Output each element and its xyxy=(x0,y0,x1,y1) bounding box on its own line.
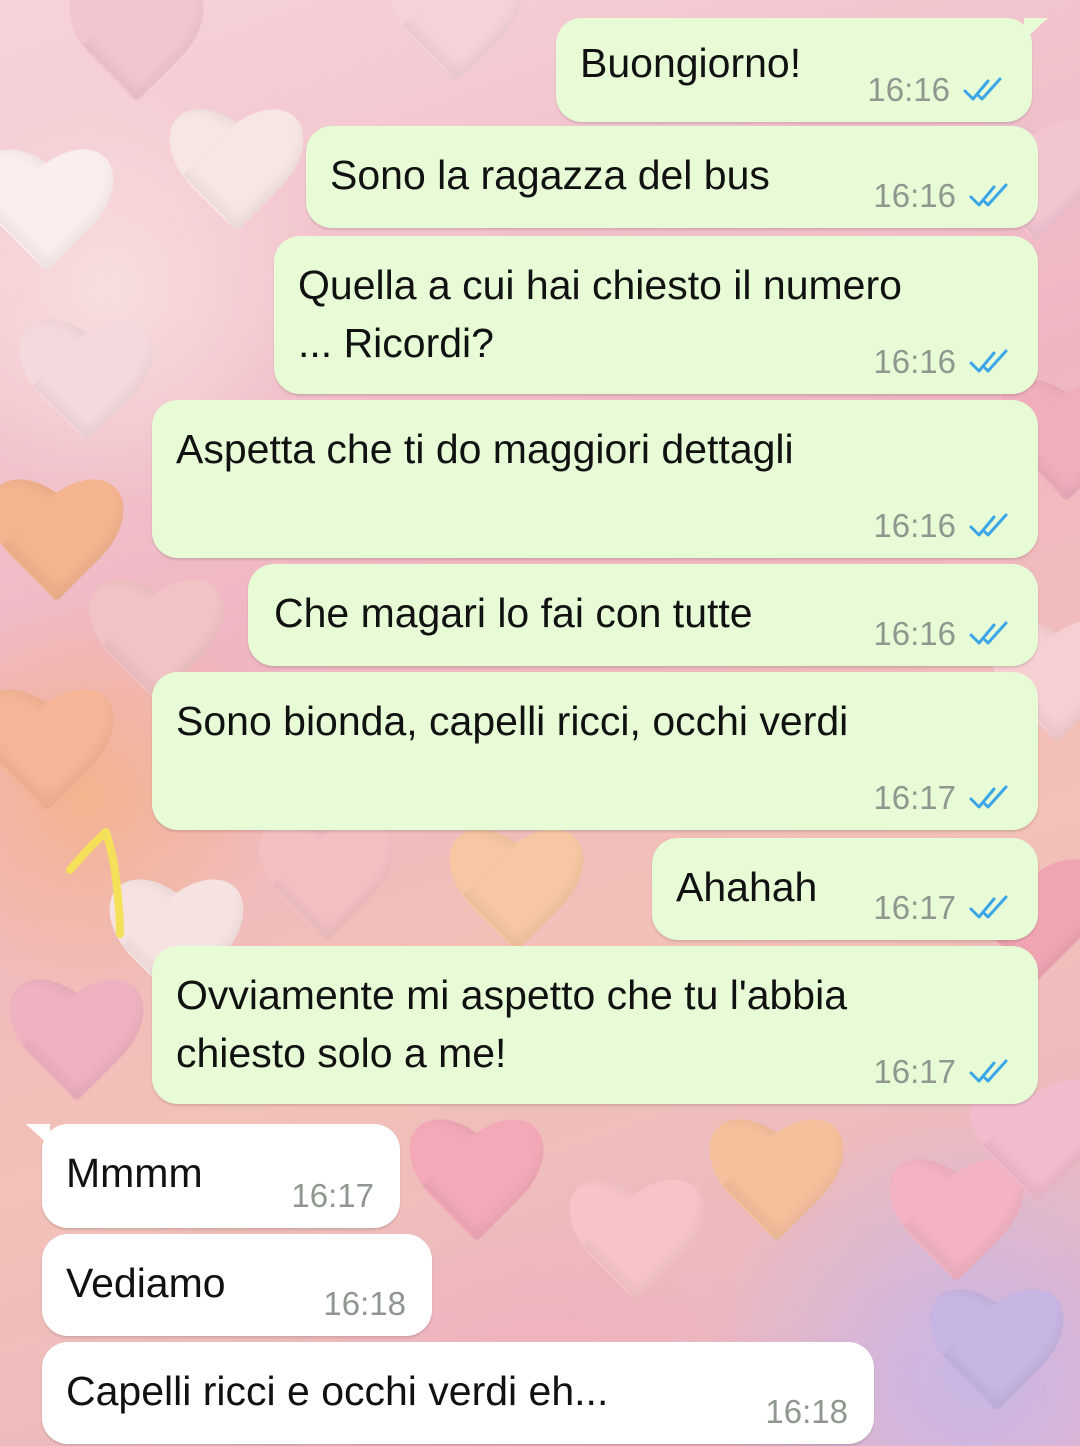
message-meta: 16:17 xyxy=(873,776,1014,820)
message-time: 16:17 xyxy=(873,779,956,816)
message-outgoing[interactable]: Che magari lo fai con tutte 16:16 xyxy=(248,564,1038,666)
message-time: 16:18 xyxy=(765,1393,848,1430)
message-text: chiesto solo a me! xyxy=(176,1030,507,1076)
message-incoming[interactable]: Vediamo 16:18 xyxy=(42,1234,432,1336)
message-text: Capelli ricci e occhi verdi eh... xyxy=(66,1368,609,1414)
message-incoming[interactable]: Capelli ricci e occhi verdi eh... 16:18 xyxy=(42,1342,874,1444)
message-text: Aspetta che ti do maggiori dettagli xyxy=(176,426,794,472)
message-time: 16:17 xyxy=(873,889,956,926)
message-meta: 16:17 xyxy=(873,886,1014,930)
bubble-tail xyxy=(1024,18,1048,40)
message-outgoing[interactable]: Sono bionda, capelli ricci, occhi verdi … xyxy=(152,672,1038,830)
message-meta: 16:18 xyxy=(765,1390,848,1434)
message-incoming[interactable]: Mmmm 16:17 xyxy=(26,1124,400,1228)
message-text: Buongiorno! xyxy=(580,40,802,86)
message-outgoing[interactable]: Buongiorno! 16:16 xyxy=(556,18,1048,122)
double-check-icon xyxy=(969,513,1008,537)
message-text: Mmmm xyxy=(66,1150,203,1196)
message-text: Sono bionda, capelli ricci, occhi verdi xyxy=(176,698,849,744)
message-meta: 16:16 xyxy=(873,174,1014,218)
message-meta: 16:17 xyxy=(873,1050,1014,1094)
message-text: Ovviamente mi aspetto che tu l'abbia xyxy=(176,972,848,1018)
message-text: Ahahah xyxy=(676,864,818,910)
hand-drawn-arrow-icon xyxy=(66,828,124,938)
message-outgoing[interactable]: Quella a cui hai chiesto il numero ... R… xyxy=(274,236,1038,394)
message-text: Quella a cui hai chiesto il numero xyxy=(298,262,902,308)
message-time: 16:18 xyxy=(323,1285,406,1322)
message-outgoing[interactable]: Sono la ragazza del bus 16:16 xyxy=(306,126,1038,228)
double-check-icon xyxy=(969,183,1008,207)
message-text: Che magari lo fai con tutte xyxy=(274,590,753,636)
message-time: 16:16 xyxy=(873,615,956,652)
message-meta: 16:16 xyxy=(867,68,1008,112)
message-outgoing[interactable]: Ovviamente mi aspetto che tu l'abbia chi… xyxy=(152,946,1038,1104)
message-meta: 16:16 xyxy=(873,504,1014,548)
message-time: 16:17 xyxy=(291,1177,374,1214)
message-time: 16:16 xyxy=(867,71,950,108)
double-check-icon xyxy=(969,621,1008,645)
double-check-icon xyxy=(969,785,1008,809)
double-check-icon xyxy=(969,895,1008,919)
message-time: 16:16 xyxy=(873,343,956,380)
message-time: 16:16 xyxy=(873,177,956,214)
message-text: ... Ricordi? xyxy=(298,320,494,366)
message-list: Buongiorno! 16:16 Sono la ragazza del bu… xyxy=(0,0,1080,1446)
message-meta: 16:17 xyxy=(291,1174,374,1218)
message-meta: 16:16 xyxy=(873,612,1014,656)
message-outgoing[interactable]: Ahahah 16:17 xyxy=(652,838,1038,940)
double-check-icon xyxy=(969,1059,1008,1083)
double-check-icon xyxy=(969,349,1008,373)
message-text: Vediamo xyxy=(66,1260,226,1306)
double-check-icon xyxy=(963,77,1002,101)
message-meta: 16:16 xyxy=(873,340,1014,384)
message-text: Sono la ragazza del bus xyxy=(330,152,770,198)
message-meta: 16:18 xyxy=(323,1282,406,1326)
message-time: 16:17 xyxy=(873,1053,956,1090)
bubble-tail xyxy=(26,1124,50,1146)
message-time: 16:16 xyxy=(873,507,956,544)
message-outgoing[interactable]: Aspetta che ti do maggiori dettagli 16:1… xyxy=(152,400,1038,558)
